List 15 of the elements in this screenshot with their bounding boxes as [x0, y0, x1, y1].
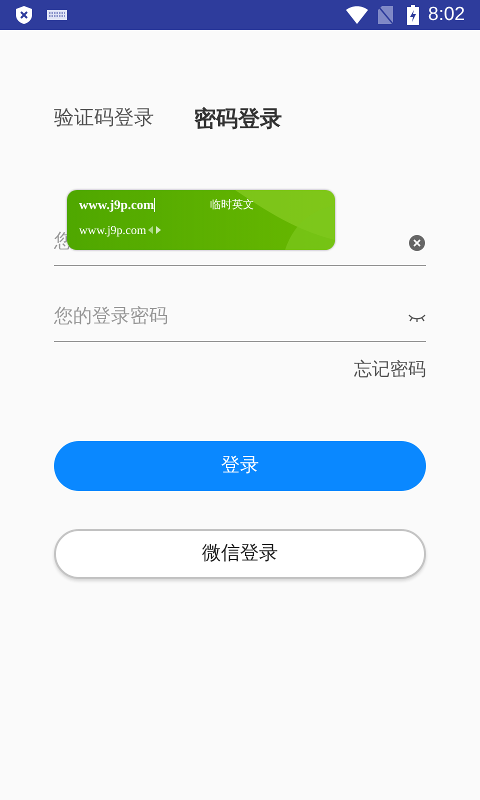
no-sim-icon [378, 6, 394, 24]
closed-eye-icon[interactable] [408, 312, 426, 322]
battery-charging-icon [407, 5, 420, 25]
composing-text: www.j9p.com [79, 196, 154, 214]
wechat-login-button[interactable]: 微信登录 [54, 529, 426, 579]
shield-icon [15, 5, 33, 25]
clock-time: 8:02 [428, 2, 465, 27]
keyboard-icon [47, 10, 67, 20]
wifi-icon [346, 6, 368, 24]
forgot-password-link[interactable]: 忘记密码 [354, 356, 426, 383]
login-tab[interactable]: 验证码登录 [54, 103, 154, 133]
input-mode-label: 临时英文 [210, 198, 254, 213]
login-tab[interactable]: 密码登录 [194, 102, 282, 134]
login-button[interactable]: 登录 [54, 441, 426, 491]
clear-icon[interactable] [408, 234, 426, 252]
